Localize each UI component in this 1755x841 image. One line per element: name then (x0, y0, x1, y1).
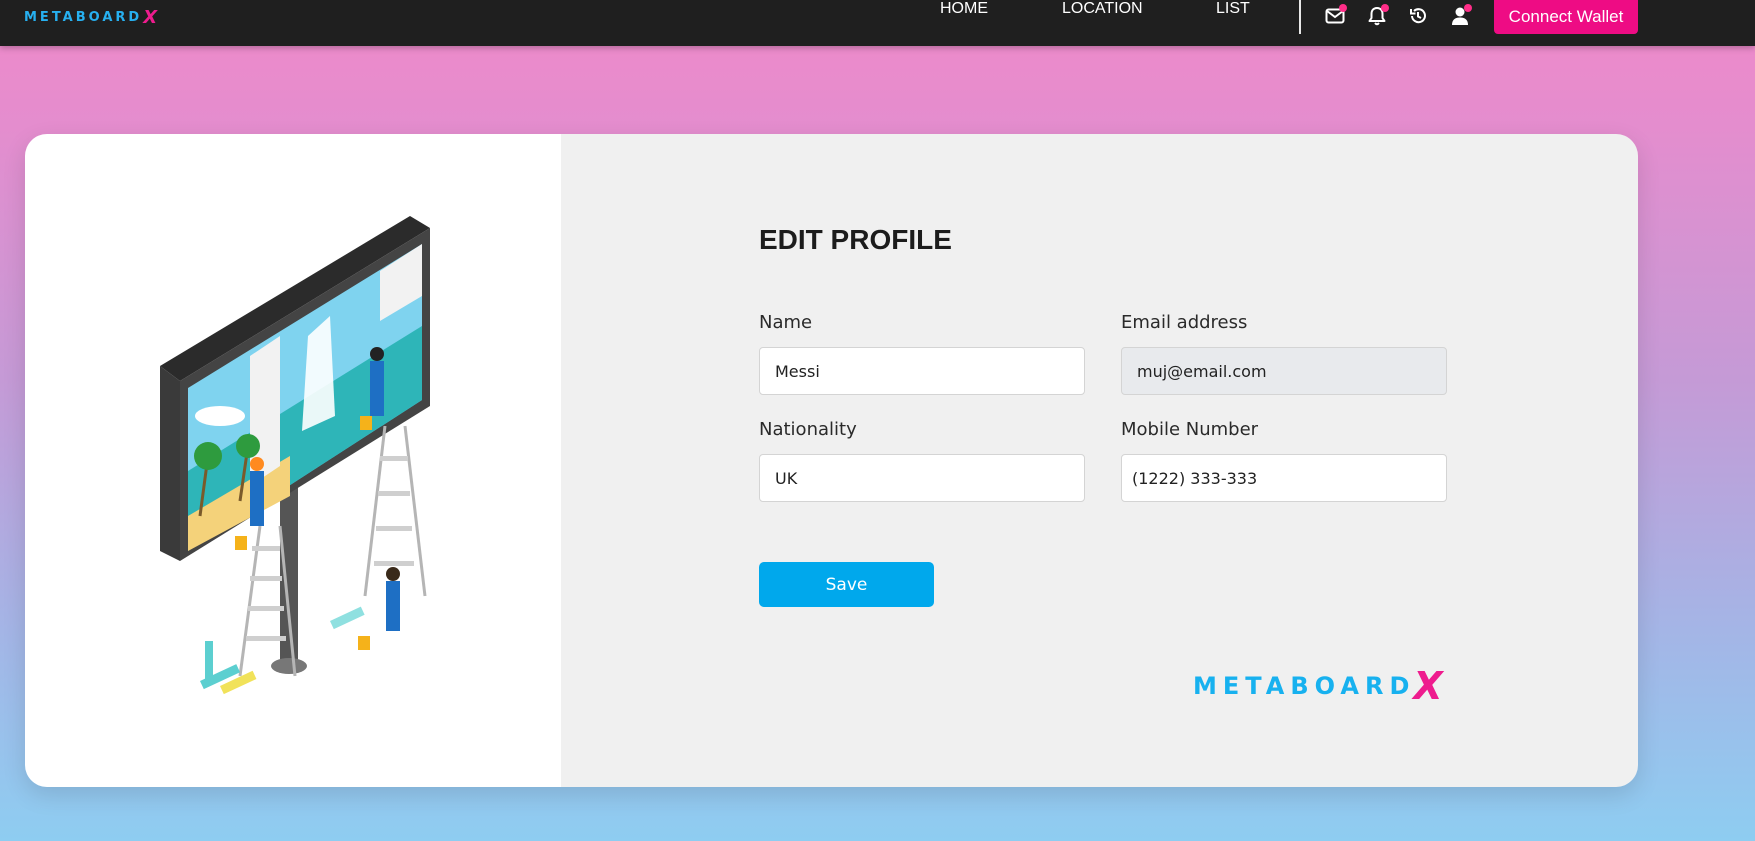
nationality-field[interactable] (759, 454, 1085, 502)
save-button[interactable]: Save (759, 562, 934, 607)
brand-logo-x: X (1413, 664, 1443, 708)
name-label: Name (759, 312, 813, 333)
mail-icon[interactable] (1323, 4, 1347, 28)
connect-wallet-button[interactable]: Connect Wallet (1494, 0, 1638, 34)
nav-link-list[interactable]: LIST (1216, 0, 1250, 18)
name-field[interactable] (759, 347, 1085, 395)
nationality-label: Nationality (759, 419, 857, 440)
edit-profile-card: EDIT PROFILE Name Email address National… (25, 134, 1638, 787)
brand-logo-small[interactable]: METABOARD X (24, 6, 157, 28)
mobile-label: Mobile Number (1121, 419, 1259, 440)
brand-logo-text: METABOARD (24, 9, 143, 25)
user-icon[interactable] (1448, 4, 1472, 28)
mobile-number-field[interactable] (1121, 454, 1447, 502)
form-panel: EDIT PROFILE Name Email address National… (561, 134, 1638, 787)
nav-link-location[interactable]: LOCATION (1062, 0, 1143, 18)
notification-dot (1339, 4, 1347, 12)
bell-icon[interactable] (1365, 4, 1389, 28)
page-title: EDIT PROFILE (759, 224, 952, 255)
brand-logo-text: METABOARD (1193, 672, 1416, 700)
email-field (1121, 347, 1447, 395)
nav-divider (1299, 0, 1301, 34)
notification-dot (1464, 4, 1472, 12)
history-icon[interactable] (1406, 4, 1430, 28)
illustration-panel (25, 134, 561, 787)
notification-dot (1381, 4, 1389, 12)
brand-logo-x: X (143, 6, 158, 28)
top-navbar: METABOARD X HOME LOCATION LIST Connect W… (0, 0, 1755, 46)
billboard-illustration (160, 216, 430, 695)
brand-logo-large: METABOARD X (1193, 664, 1443, 708)
email-label: Email address (1121, 312, 1248, 333)
nav-link-home[interactable]: HOME (940, 0, 988, 18)
